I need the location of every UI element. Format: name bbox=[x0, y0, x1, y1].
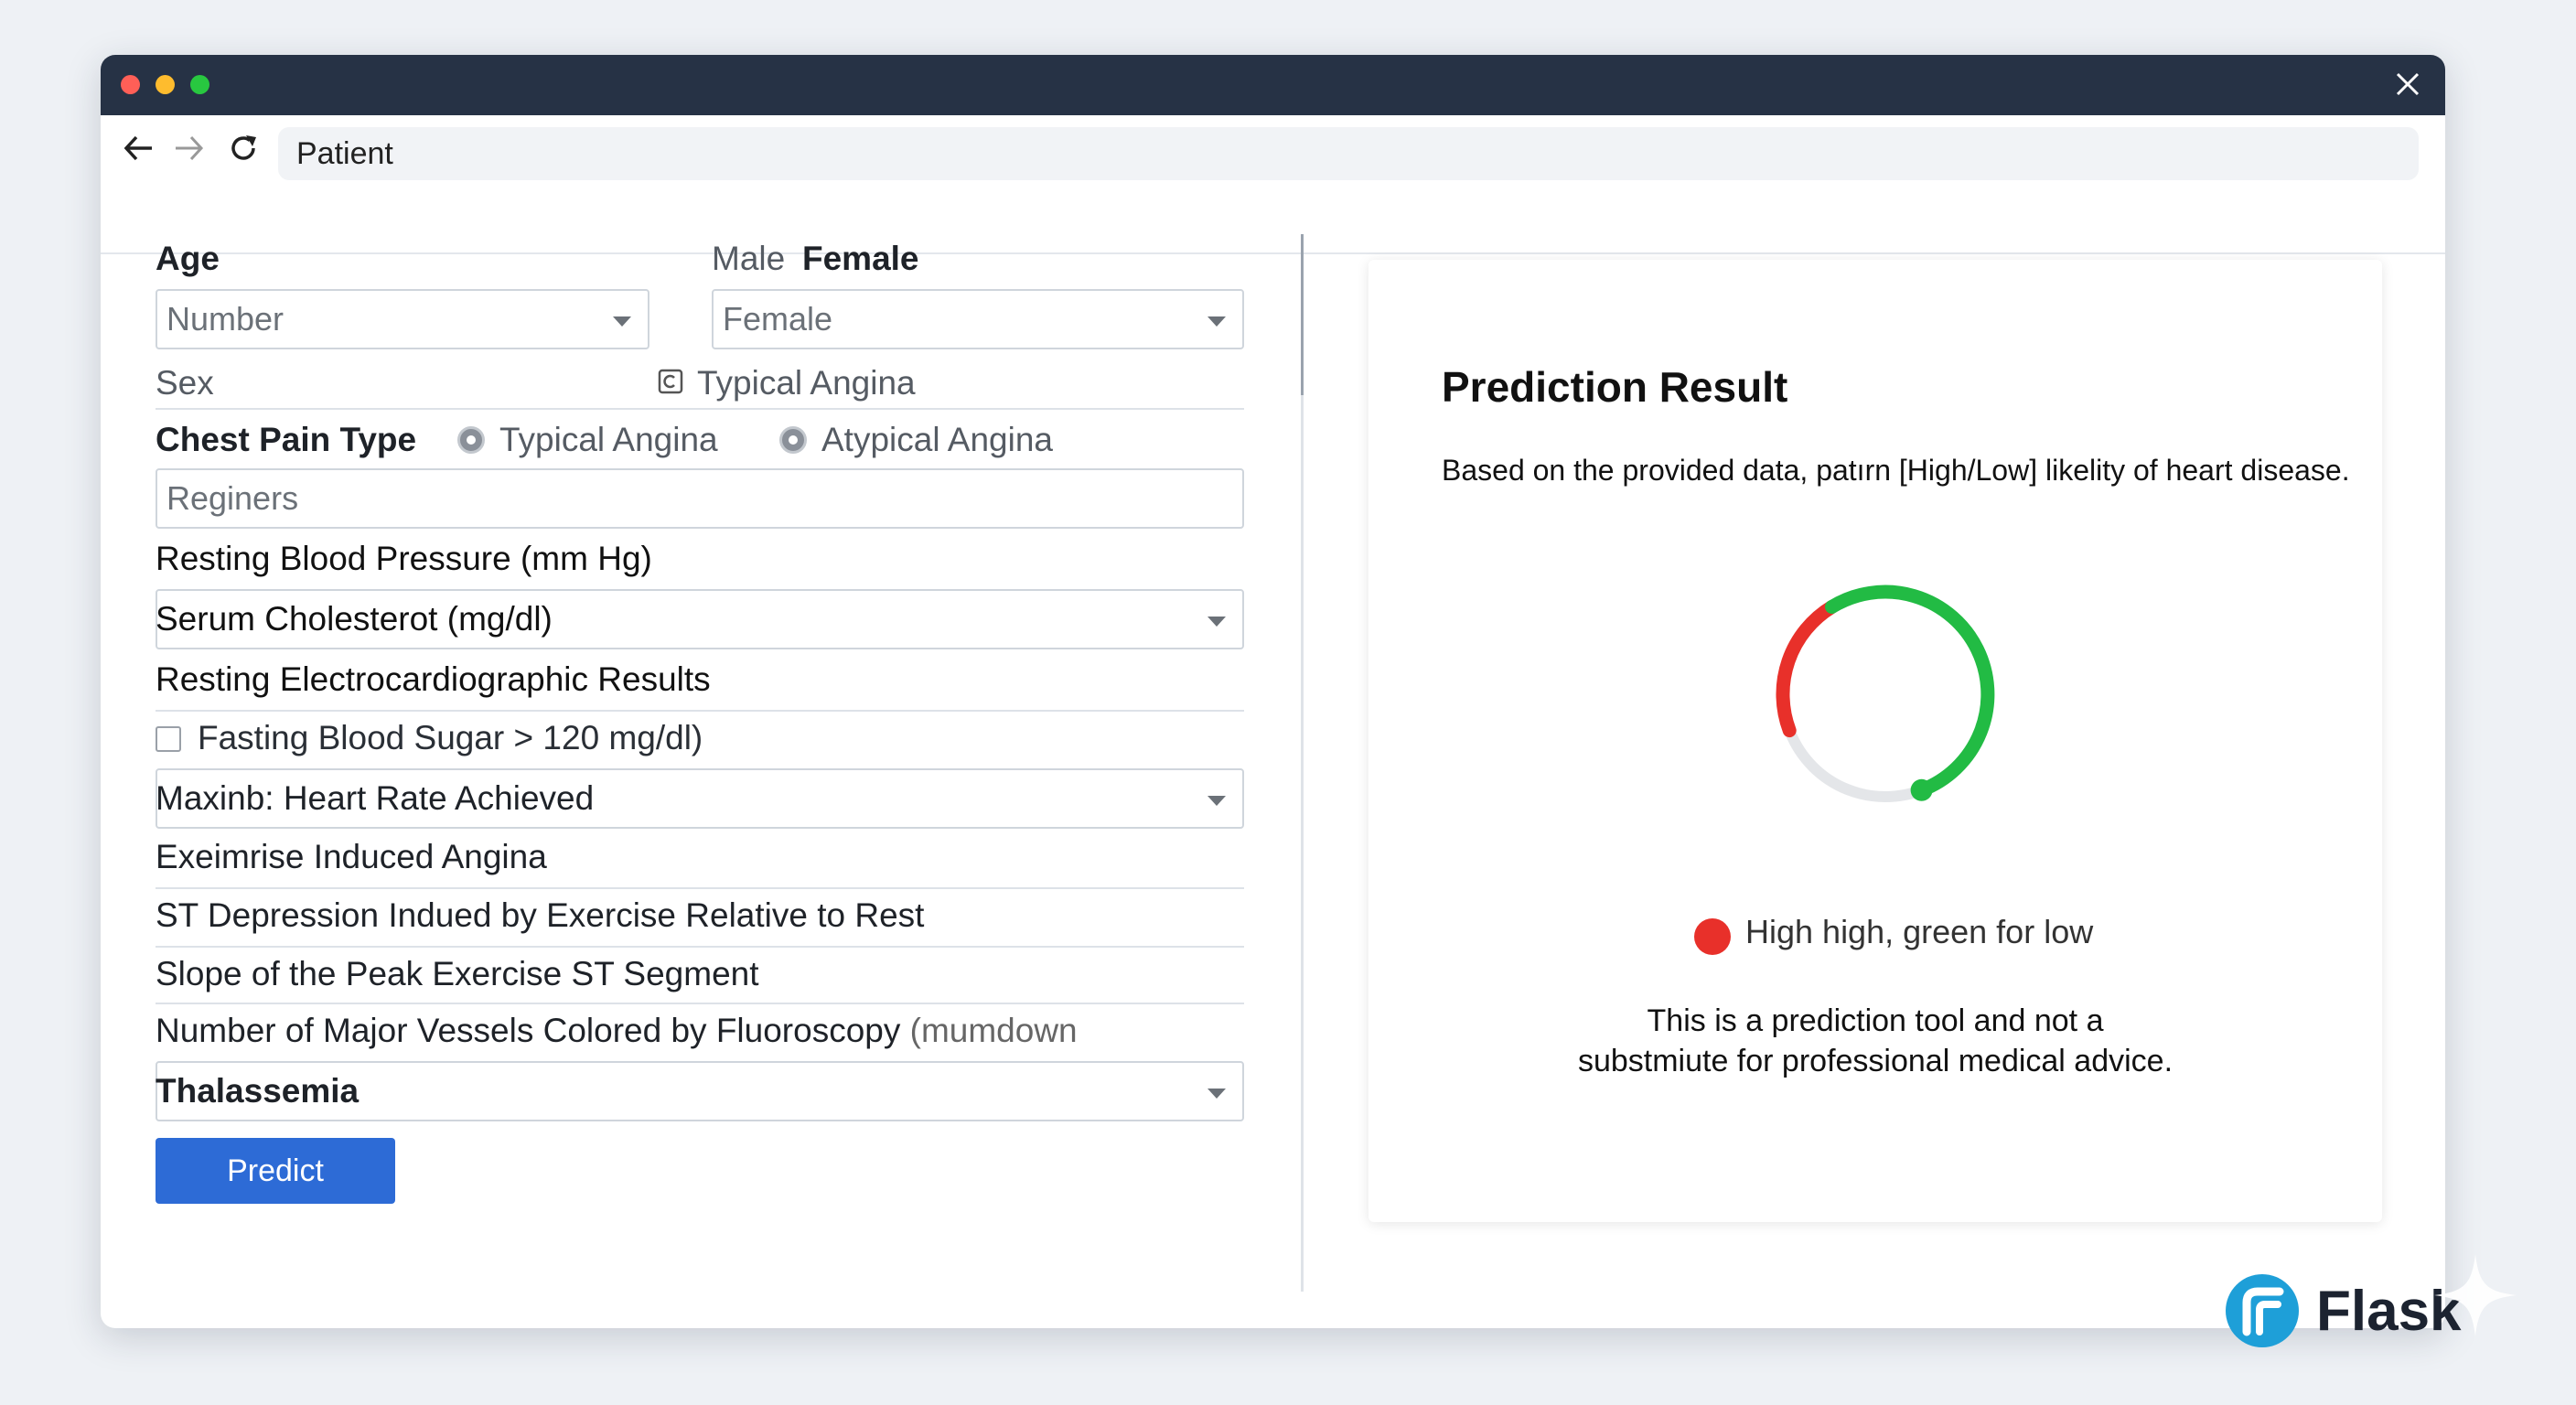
radio-label-typical-angina: Typical Angina bbox=[499, 421, 718, 458]
thalassemia-label: Thalassemia bbox=[156, 1072, 360, 1110]
ecg-label: Resting Electrocardiographic Results bbox=[156, 660, 711, 698]
chevron-down-icon bbox=[1208, 1089, 1226, 1099]
sex-label: Sex bbox=[156, 364, 214, 402]
high-risk-dot-icon bbox=[1694, 918, 1731, 955]
back-arrow-icon[interactable] bbox=[121, 130, 157, 166]
risk-gauge bbox=[1776, 585, 1995, 802]
browser-window: Patient Age Male Female Number Female Se… bbox=[101, 55, 2445, 1328]
chest-pain-placeholder: Reginers bbox=[166, 479, 299, 517]
chevron-down-icon bbox=[1208, 796, 1226, 806]
divider-line bbox=[156, 887, 1244, 889]
sparkle-icon bbox=[2434, 1254, 2517, 1336]
disclaimer-line-2: substmiute for professional medical advi… bbox=[1577, 1044, 2174, 1078]
sex-extra-option[interactable]: Typical Angina bbox=[697, 364, 916, 402]
address-bar: Patient bbox=[101, 115, 2445, 254]
chevron-down-icon bbox=[613, 316, 631, 327]
gauge-marker bbox=[1910, 778, 1933, 801]
sex-option-female[interactable]: Female bbox=[802, 240, 919, 278]
max-hr-label: Maxinb: Heart Rate Achieved bbox=[156, 779, 595, 817]
chevron-down-icon bbox=[1208, 316, 1226, 327]
chest-pain-label: Chest Pain Type bbox=[156, 421, 417, 458]
vessels-label: Number of Major Vessels Colored by Fluor… bbox=[156, 1012, 1078, 1050]
radio-atypical-angina[interactable] bbox=[779, 426, 807, 454]
chevron-down-icon bbox=[1208, 617, 1226, 627]
forward-arrow-icon[interactable] bbox=[170, 130, 207, 166]
disclaimer: This is a prediction tool and not a subs… bbox=[1368, 1001, 2382, 1081]
reload-icon[interactable] bbox=[225, 130, 262, 166]
vessels-label-suffix: (mumdown bbox=[909, 1012, 1078, 1049]
close-icon[interactable] bbox=[2392, 69, 2423, 100]
sex-select-value: Female bbox=[723, 300, 833, 338]
prediction-result-card: Prediction Result Based on the provided … bbox=[1368, 260, 2382, 1222]
cholesterol-select[interactable]: Serum Cholesterot (mg/dl) bbox=[156, 589, 1244, 649]
minimize-dot[interactable] bbox=[156, 75, 175, 94]
divider-line bbox=[156, 408, 1244, 410]
fasting-bs-label: Fasting Blood Sugar > 120 mg/dl) bbox=[198, 719, 703, 756]
disclaimer-line-1: This is a prediction tool and not a bbox=[1647, 1003, 2104, 1038]
gauge-high-arc bbox=[1776, 600, 1839, 738]
result-description: Based on the provided data, patırn [High… bbox=[1442, 454, 2350, 487]
resting-bp-label: Resting Blood Pressure (mm Hg) bbox=[156, 540, 652, 577]
age-input[interactable]: Number bbox=[156, 289, 649, 349]
divider-line bbox=[156, 1003, 1244, 1004]
exercise-angina-label: Exeimrise Induced Angina bbox=[156, 838, 547, 875]
title-bar bbox=[101, 55, 2445, 115]
sex-select[interactable]: Female bbox=[712, 289, 1244, 349]
vessels-label-text: Number of Major Vessels Colored by Fluor… bbox=[156, 1012, 901, 1049]
age-label: Age bbox=[156, 240, 220, 277]
document-icon bbox=[658, 369, 683, 394]
divider-line bbox=[156, 710, 1244, 712]
sex-option-male[interactable]: Male bbox=[712, 240, 785, 278]
age-placeholder: Number bbox=[166, 300, 284, 338]
st-depression-label: ST Depression Indued by Exercise Relativ… bbox=[156, 896, 925, 934]
radio-label-atypical-angina: Atypical Angina bbox=[821, 421, 1054, 458]
result-title: Prediction Result bbox=[1442, 363, 1788, 411]
url-field[interactable]: Patient bbox=[278, 127, 2419, 180]
cholesterol-label: Serum Cholesterot (mg/dl) bbox=[156, 600, 553, 638]
divider-line bbox=[156, 946, 1244, 948]
gauge-low-arc bbox=[1825, 585, 1995, 798]
predict-button[interactable]: Predict bbox=[156, 1138, 395, 1204]
slope-label: Slope of the Peak Exercise ST Segment bbox=[156, 955, 759, 992]
flask-logo-icon bbox=[2226, 1274, 2299, 1347]
scrollbar-thumb[interactable] bbox=[1301, 234, 1304, 395]
fasting-bs-checkbox[interactable] bbox=[156, 726, 181, 752]
legend-text: High high, green for low bbox=[1745, 913, 2094, 950]
max-hr-select[interactable]: Maxinb: Heart Rate Achieved bbox=[156, 768, 1244, 829]
thalassemia-select[interactable]: Thalassemia bbox=[156, 1061, 1244, 1121]
chest-pain-input[interactable]: Reginers bbox=[156, 468, 1244, 529]
radio-typical-angina[interactable] bbox=[457, 426, 485, 454]
close-dot[interactable] bbox=[121, 75, 140, 94]
maximize-dot[interactable] bbox=[190, 75, 209, 94]
